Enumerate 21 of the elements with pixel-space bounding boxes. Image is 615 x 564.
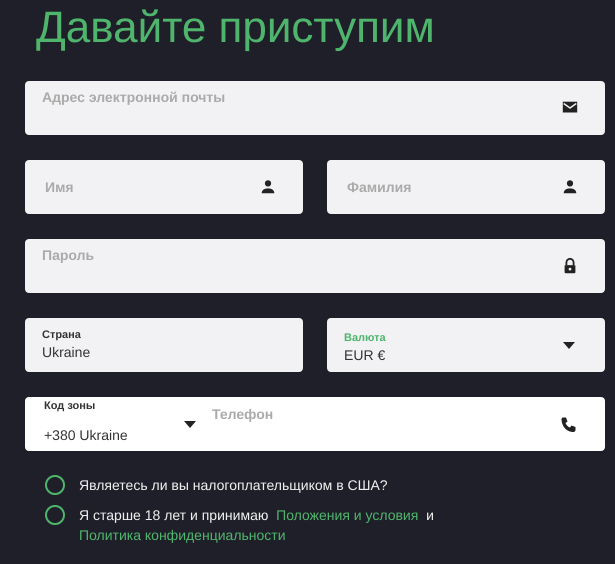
person-icon (259, 178, 277, 196)
checkbox[interactable] (45, 505, 65, 525)
field-label: Код зоны (44, 398, 96, 412)
checkbox[interactable] (45, 475, 65, 495)
phone-field[interactable]: Телефон (212, 397, 605, 451)
country-field[interactable]: Страна Ukraine (25, 318, 303, 372)
currency-select[interactable]: Валюта EUR € (327, 318, 605, 372)
area-code-select[interactable]: Код зоны +380 Ukraine (25, 397, 212, 451)
name-field[interactable]: Фамилия (327, 160, 605, 214)
checkbox-label: Я старше 18 лет и принимаю Положения и условия и Политика конфиденциальности (79, 506, 435, 545)
person-icon (561, 178, 579, 196)
checkbox-label: Являетесь ли вы налогоплательщиком в США? (79, 476, 388, 495)
field-label: Страна (42, 328, 82, 342)
field-label: Валюта (344, 330, 387, 344)
phone-input-group[interactable]: Код зоны +380 Ukraine Телефон (25, 397, 605, 451)
link[interactable]: Политика конфиденциальности (79, 527, 286, 543)
page-title: Давайте приступим (36, 2, 436, 54)
password-field[interactable]: Пароль (25, 239, 605, 293)
email-field[interactable]: Адрес электронной почты (25, 81, 605, 135)
name-field[interactable]: Имя (25, 160, 303, 214)
link[interactable]: Положения и условия (276, 507, 418, 523)
